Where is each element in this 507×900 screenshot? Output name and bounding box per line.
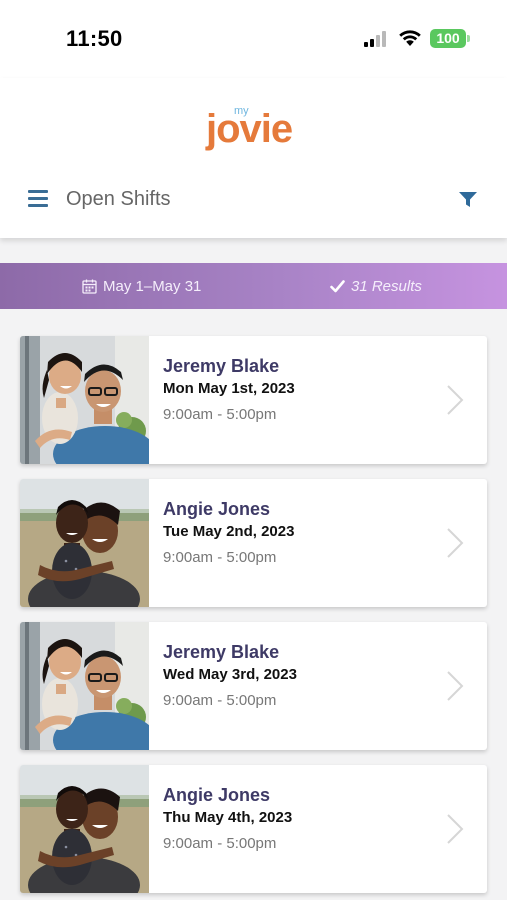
shift-name: Jeremy Blake	[163, 356, 280, 376]
shift-time: 9:00am - 5:00pm	[163, 549, 277, 566]
chevron-right-icon	[447, 528, 464, 558]
filter-icon[interactable]	[458, 191, 478, 209]
mother-son-photo	[20, 765, 149, 893]
menu-icon[interactable]	[28, 190, 50, 208]
shift-name: Angie Jones	[163, 785, 271, 805]
status-bar: 11:50 100	[0, 0, 507, 78]
wifi-icon	[399, 30, 421, 46]
results-banner: May 1–May 31 31 Results	[0, 263, 507, 309]
shift-date: Mon May 1st, 2023	[163, 380, 295, 397]
shift-time: 9:00am - 5:00pm	[163, 835, 277, 852]
mother-son-photo	[20, 479, 149, 607]
jovie-logo: jovie my	[204, 102, 308, 158]
page-title: Open Shifts	[66, 188, 171, 210]
shift-date: Wed May 3rd, 2023	[163, 666, 297, 683]
shift-card[interactable]: Jeremy Blake Mon May 1st, 2023 9:00am - …	[20, 336, 487, 464]
shift-date: Thu May 4th, 2023	[163, 809, 293, 826]
father-daughter-photo	[20, 336, 149, 464]
signal-icon	[364, 31, 386, 47]
chevron-right-icon	[447, 385, 464, 415]
app-header: jovie my Open Shifts	[0, 78, 507, 238]
chevron-right-icon	[447, 671, 464, 701]
results-count-label: 31 Results	[351, 277, 422, 295]
calendar-icon	[82, 279, 97, 294]
shift-card[interactable]: Angie Jones Thu May 4th, 2023 9:00am - 5…	[20, 765, 487, 893]
battery-icon: 100	[430, 29, 466, 48]
shift-time: 9:00am - 5:00pm	[163, 692, 277, 709]
results-count: 31 Results	[330, 276, 422, 296]
shift-date: Tue May 2nd, 2023	[163, 523, 295, 540]
shift-name: Jeremy Blake	[163, 642, 280, 662]
shift-card[interactable]: Angie Jones Tue May 2nd, 2023 9:00am - 5…	[20, 479, 487, 607]
logo-main-text: jovie	[206, 107, 293, 151]
date-range-label: May 1–May 31	[103, 277, 202, 295]
shift-name: Angie Jones	[163, 499, 271, 519]
shift-card[interactable]: Jeremy Blake Wed May 3rd, 2023 9:00am - …	[20, 622, 487, 750]
shift-time: 9:00am - 5:00pm	[163, 406, 277, 423]
check-icon	[330, 279, 345, 292]
logo-small-text: my	[234, 105, 249, 117]
date-range[interactable]: May 1–May 31	[82, 276, 201, 296]
status-time: 11:50	[66, 26, 123, 51]
battery-cap	[467, 35, 470, 42]
chevron-right-icon	[447, 814, 464, 844]
father-daughter-photo	[20, 622, 149, 750]
